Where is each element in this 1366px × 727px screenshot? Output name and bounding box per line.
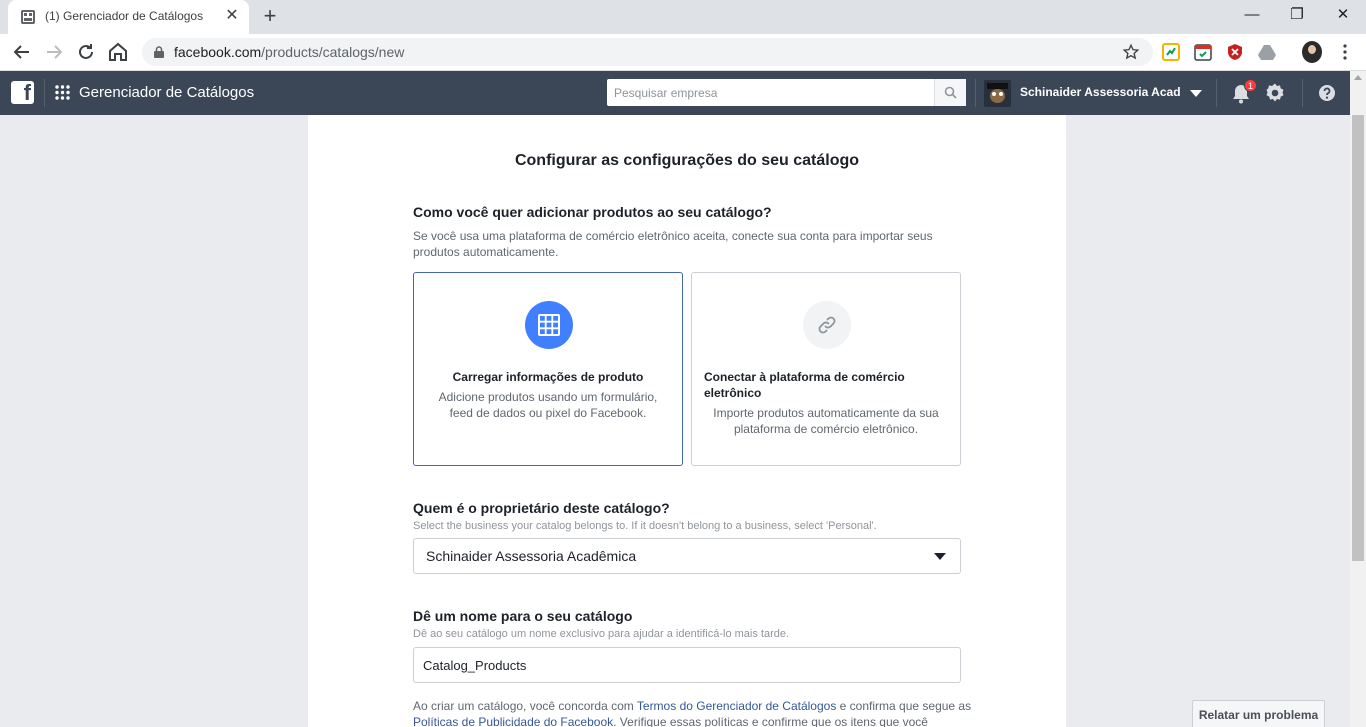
chevron-down-icon [934,553,946,560]
connect-option-icon-circle [803,301,851,349]
app-title[interactable]: Gerenciador de Catálogos [79,84,254,101]
extension-calendar-icon[interactable] [1194,43,1212,61]
apps-grid-icon[interactable] [55,85,70,100]
upload-option-title: Carregar informações de produto [452,370,644,384]
profile-avatar[interactable] [1302,41,1322,63]
forward-arrow-icon[interactable] [42,40,66,64]
settings-gear-icon[interactable] [1264,82,1286,104]
catalog-name-heading: Dê um nome para o seu catálogo [413,608,633,624]
home-icon[interactable] [106,40,130,64]
url-text: facebook.com/products/catalogs/new [174,44,405,60]
terms-text: Ao criar um catálogo, você concorda com … [413,698,973,727]
catalog-favicon-icon [21,10,35,24]
connect-option-title: Conectar à plataforma de comércio eletrô… [704,370,905,400]
restore-window-button[interactable]: ❐ [1274,0,1320,30]
header-divider [975,79,976,107]
page-title: Configurar as configurações do seu catál… [514,152,860,169]
business-avatar[interactable] [984,80,1011,107]
browser-tab-strip: (1) Gerenciador de Catálogos ✕ + — ❐ ✕ [0,0,1366,34]
new-tab-button[interactable]: + [258,5,282,29]
notification-badge: 1 [1244,79,1257,92]
scroll-up-arrow-icon[interactable] [1354,75,1362,80]
upload-option-description: Adicione produtos usando um formulário, … [438,390,658,420]
scrollbar-thumb[interactable] [1352,115,1364,561]
lock-icon[interactable] [154,46,164,58]
search-button[interactable] [934,79,966,106]
address-bar[interactable]: facebook.com/products/catalogs/new [142,38,1153,66]
create-catalog-card: Configurar as configurações do seu catál… [308,115,1066,727]
search-input[interactable] [607,79,934,106]
connect-ecommerce-option[interactable]: Conectar à plataforma de comércio eletrô… [691,272,961,466]
terms-middle: e confirma que segue as [836,699,972,713]
browser-toolbar: facebook.com/products/catalogs/new [0,34,1366,71]
extension-shield-icon[interactable] [1226,43,1244,61]
minimize-window-button[interactable]: — [1229,0,1275,30]
help-question-icon[interactable] [1318,84,1336,102]
extension-drive-icon[interactable] [1258,43,1276,61]
facebook-logo[interactable]: f [11,80,34,105]
extension-sheets-icon[interactable] [1162,43,1180,61]
menu-kebab-icon[interactable] [1336,43,1354,61]
header-divider [1302,79,1303,107]
terms-suffix: . Verifique essas políticas e confirme q… [613,715,928,727]
owner-description: Select the business your catalog belongs… [413,520,877,532]
link-icon [818,316,836,334]
business-search [607,79,966,106]
business-dropdown-caret-icon[interactable] [1190,90,1202,97]
connect-option-description: Importe produtos automaticamente da sua … [713,406,939,436]
add-products-description: Se você usa uma plataforma de comércio e… [413,229,933,259]
page-scrollbar[interactable] [1350,71,1366,727]
search-icon [944,86,957,99]
upload-option-icon-circle [525,301,573,349]
owner-selected-value: Schinaider Assessoria Acadêmica [426,548,637,564]
header-divider [44,79,45,107]
tab-title: (1) Gerenciador de Catálogos [45,9,204,23]
close-window-button[interactable]: ✕ [1320,0,1366,30]
report-problem-button[interactable]: Relatar um problema [1192,700,1325,727]
header-divider [1216,79,1217,107]
catalog-manager-terms-link[interactable]: Termos do Gerenciador de Catálogos [637,699,836,713]
owner-heading: Quem é o proprietário deste catálogo? [413,500,670,516]
catalog-name-description: Dê ao seu catálogo um nome exclusivo par… [413,628,790,640]
advertising-policies-link[interactable]: Políticas de Publicidade do Facebook [413,715,613,727]
add-products-heading: Como você quer adicionar produtos ao seu… [413,204,772,220]
back-arrow-icon[interactable] [10,40,34,64]
terms-prefix: Ao criar um catálogo, você concorda com [413,699,637,713]
browser-tab[interactable]: (1) Gerenciador de Catálogos ✕ [8,0,249,34]
grid-icon [538,314,560,336]
tab-close-icon[interactable]: ✕ [223,7,241,25]
catalog-name-input[interactable] [413,647,961,683]
catalog-manager-header: f Gerenciador de Catálogos Schinaider As… [0,71,1350,115]
owner-select[interactable]: Schinaider Assessoria Acadêmica [413,538,961,574]
business-name[interactable]: Schinaider Assessoria Acad... [1020,85,1180,99]
reload-icon[interactable] [74,40,98,64]
upload-product-info-option[interactable]: Carregar informações de produto Adicione… [413,272,683,466]
bookmark-star-icon[interactable] [1122,43,1140,61]
